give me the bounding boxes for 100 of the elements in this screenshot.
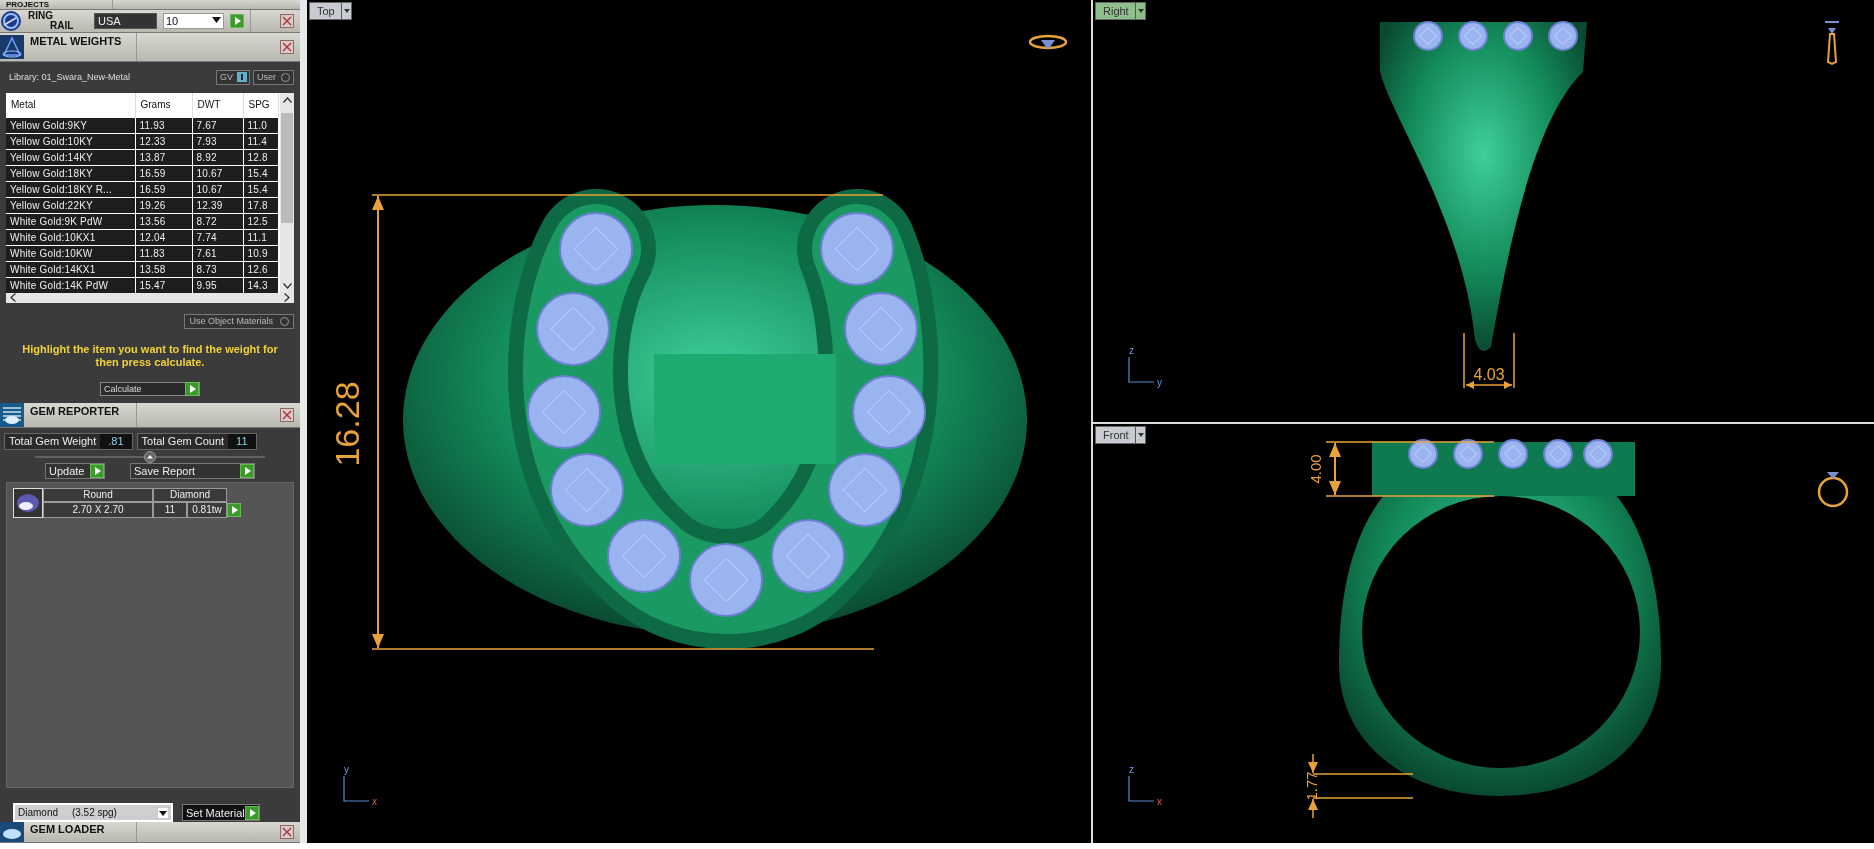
table-cell: 12.5	[243, 213, 278, 230]
table-cell: 10.67	[192, 165, 243, 182]
table-cell: 7.74	[192, 229, 243, 246]
table-cell: 13.56	[135, 213, 192, 230]
panel-title: METAL WEIGHTS	[30, 34, 123, 47]
table-cell: White Gold:14KX1	[6, 261, 135, 278]
panel-title: RAIL	[50, 20, 75, 31]
collapse-handle-icon[interactable]	[35, 450, 265, 463]
caret-icon	[1134, 427, 1145, 443]
horizontal-scrollbar[interactable]	[6, 292, 294, 303]
caret-icon	[157, 806, 169, 819]
view-tab[interactable]: Right	[1095, 2, 1146, 20]
table-cell: 11.0	[243, 117, 278, 134]
table-cell: 7.67	[192, 117, 243, 134]
dimension-label: 4.03	[1473, 366, 1505, 383]
chevron-up-icon	[282, 96, 292, 103]
table-cell: 12.6	[243, 261, 278, 278]
view-tab[interactable]: Front	[1095, 426, 1146, 444]
table-cell: 19.26	[135, 197, 192, 214]
table-cell: 10.9	[243, 245, 278, 262]
vertical-scrollbar[interactable]	[280, 92, 294, 293]
table-cell: Yellow Gold:9KY	[6, 117, 135, 134]
table-cell: Round	[43, 487, 153, 502]
calculate-button[interactable]: Calculate	[100, 381, 200, 396]
dimension-label: 4.00	[1307, 454, 1324, 484]
axis-indicator-drawing: y x	[343, 764, 377, 807]
axis-indicator-drawing: z y	[1128, 345, 1162, 388]
table-cell: 15.4	[243, 165, 278, 182]
table-cell: Yellow Gold:18KY	[6, 165, 135, 182]
library-label: Library: 01_Swara_New-Metal	[9, 72, 131, 83]
close-icon[interactable]	[280, 39, 294, 54]
table-cell: 12.8	[243, 149, 278, 166]
table-cell: Yellow Gold:14KY	[6, 149, 135, 166]
caret-icon	[340, 3, 351, 19]
column-header[interactable]: SPG	[243, 92, 278, 118]
play-button-icon[interactable]	[227, 502, 241, 517]
orientation-icon	[1817, 472, 1849, 508]
size-dropdown[interactable]: 10	[163, 12, 224, 29]
table-cell: 12.39	[192, 197, 243, 214]
table-cell: 13.87	[135, 149, 192, 166]
close-icon[interactable]	[280, 407, 294, 422]
axis-indicator-drawing: z x	[1128, 764, 1162, 807]
table-cell: White Gold:9K PdW	[6, 213, 135, 230]
table-cell: Yellow Gold:18KY R...	[6, 181, 135, 198]
column-header[interactable]: Grams	[135, 92, 192, 118]
table-cell: 14.3	[243, 277, 278, 293]
table-cell: Yellow Gold:22KY	[6, 197, 135, 214]
dimension-label: 1.77	[1303, 771, 1320, 801]
table-cell: 10.67	[192, 181, 243, 198]
orientation-icon	[1824, 21, 1840, 66]
play-icon	[240, 463, 254, 478]
play-button-icon[interactable]	[230, 13, 244, 28]
material-dropdown[interactable]: Diamond (3.52 spg)	[13, 803, 173, 823]
table-cell: 12.33	[135, 133, 192, 150]
table-cell: 16.59	[135, 181, 192, 198]
play-icon	[90, 463, 104, 478]
table-cell: White Gold:10KX1	[6, 229, 135, 246]
close-icon[interactable]	[280, 825, 294, 840]
table-cell: 8.73	[192, 261, 243, 278]
column-header[interactable]: DWT	[192, 92, 243, 118]
table-cell: 11.93	[135, 117, 192, 134]
table-cell: 15.47	[135, 277, 192, 293]
table-cell: 15.4	[243, 181, 278, 198]
table-cell: 16.59	[135, 165, 192, 182]
table-cell: White Gold:14K PdW	[6, 277, 135, 293]
instruction-text: Highlight the item you want to find the weight for then press calculate.	[21, 342, 279, 369]
toggle-switch[interactable]: Use Object Materials	[184, 313, 294, 329]
chevron-down-icon	[282, 282, 292, 289]
table-cell: 8.72	[192, 213, 243, 230]
table-cell: 7.61	[192, 245, 243, 262]
toggle-switch[interactable]: GV	[215, 69, 250, 85]
table-cell: Diamond	[153, 487, 227, 502]
table-cell: 11.83	[135, 245, 192, 262]
table-cell: 7.93	[192, 133, 243, 150]
panel-title: RING	[28, 10, 54, 21]
table-cell: 13.58	[135, 261, 192, 278]
table-cell: 9.95	[192, 277, 243, 293]
gem-logo-icon	[0, 822, 24, 842]
toggle-switch[interactable]: User	[253, 69, 294, 85]
table-cell: 12.04	[135, 229, 192, 246]
close-icon[interactable]	[280, 13, 294, 28]
ring-logo-icon	[0, 9, 22, 32]
table-cell: 11.4	[243, 133, 278, 150]
play-icon	[185, 381, 199, 396]
table-cell: 8.92	[192, 149, 243, 166]
caret-icon	[212, 17, 221, 25]
chevron-left-icon	[10, 293, 16, 303]
standard-field[interactable]: USA	[94, 12, 157, 29]
dimension-line-drawing	[1463, 332, 1515, 389]
toggle-indicator[interactable]	[237, 72, 247, 83]
table-cell: 17.8	[243, 197, 278, 214]
play-icon	[245, 805, 259, 820]
save-report-button[interactable]: Save Report	[130, 462, 255, 479]
set-material-button[interactable]: Set Material	[182, 804, 260, 822]
table-cell: 11.1	[243, 229, 278, 246]
panel-title: GEM LOADER	[30, 823, 106, 836]
update-button[interactable]: Update	[45, 462, 105, 479]
gem-report-logo-icon	[0, 402, 24, 427]
table-cell: Yellow Gold:10KY	[6, 133, 135, 150]
view-tab[interactable]: Top	[309, 2, 352, 20]
